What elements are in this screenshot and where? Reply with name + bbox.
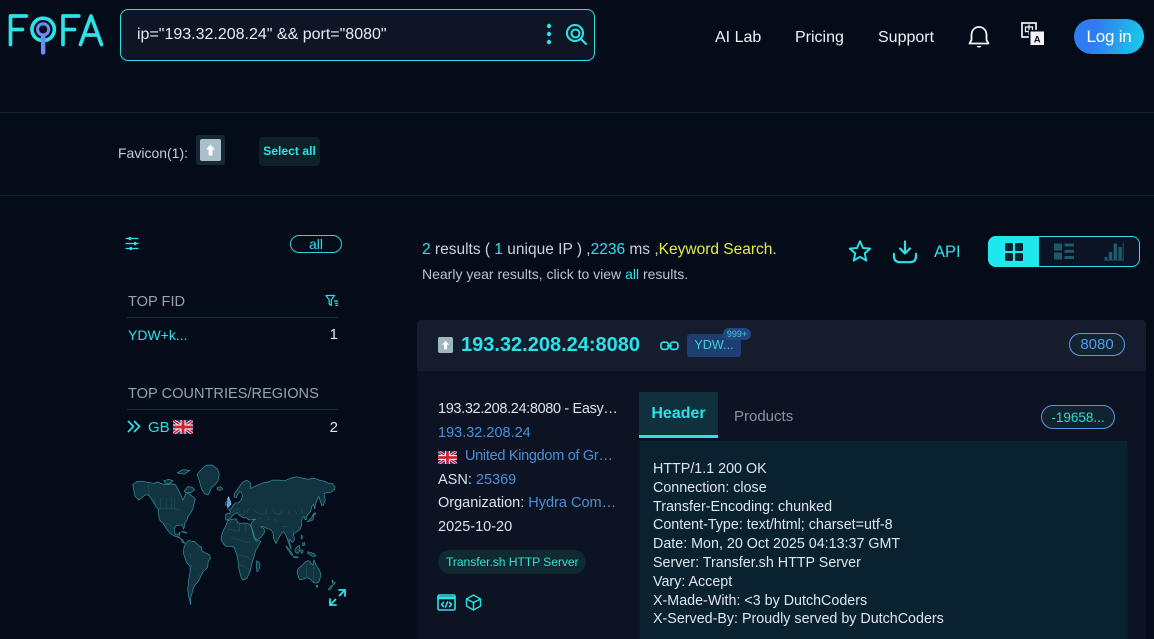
svg-text:A: A [1034, 34, 1041, 45]
